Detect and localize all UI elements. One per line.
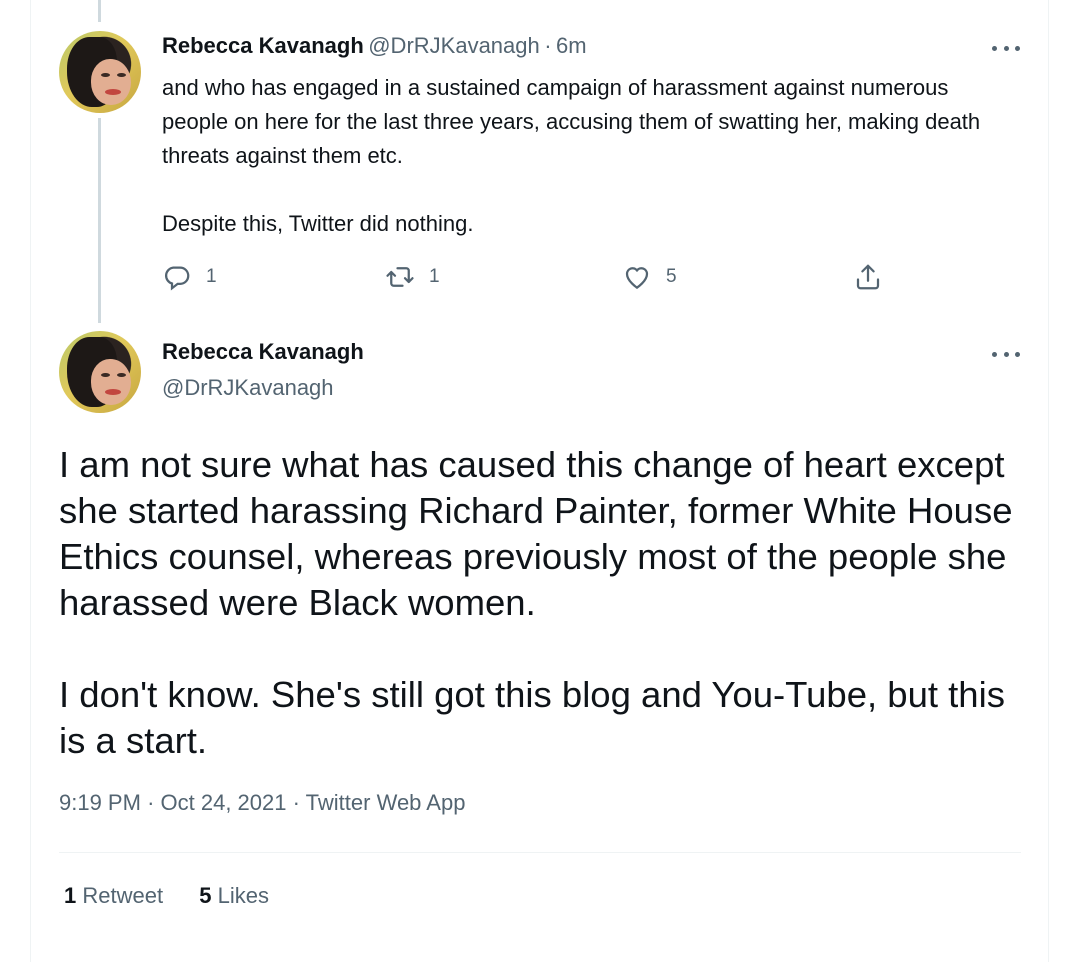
like-button[interactable]: 5 [622, 262, 677, 292]
focused-tweet-text: I am not sure what has caused this chang… [59, 442, 1034, 764]
divider [59, 852, 1021, 853]
column-border-right [1048, 0, 1049, 962]
tweet-text: and who has engaged in a sustained campa… [162, 71, 1002, 241]
tweet-paragraph: and who has engaged in a sustained campa… [162, 75, 981, 168]
separator: · [292, 790, 300, 815]
separator: · [544, 33, 552, 58]
tweet-paragraph: Despite this, Twitter did nothing. [162, 211, 474, 236]
tweet-source[interactable]: Twitter Web App [306, 790, 466, 815]
thread-line-top [98, 0, 101, 22]
tweet-metadata: 9:19 PM · Oct 24, 2021 · Twitter Web App [59, 790, 465, 816]
tweet-paragraph: I don't know. She's still got this blog … [59, 674, 1005, 761]
heart-icon [625, 267, 649, 289]
avatar[interactable] [59, 31, 141, 113]
like-count: 5 [199, 883, 212, 908]
share-icon [856, 264, 880, 290]
tweet-header: Rebecca Kavanagh @DrRJKavanagh · 6m [162, 33, 587, 59]
retweet-label: Retweet [82, 883, 164, 908]
author-handle[interactable]: @DrRJKavanagh [162, 375, 334, 401]
reply-count: 1 [206, 266, 217, 287]
like-count: 5 [666, 266, 677, 287]
share-button[interactable] [853, 262, 883, 292]
more-options-icon[interactable] [992, 44, 1020, 52]
author-handle[interactable]: @DrRJKavanagh [368, 33, 540, 58]
reply-button[interactable]: 1 [162, 262, 217, 292]
author-name[interactable]: Rebecca Kavanagh [162, 33, 364, 58]
retweet-icon [386, 267, 414, 287]
author-name[interactable]: Rebecca Kavanagh [162, 339, 364, 365]
retweets-stat[interactable]: 1 Retweet [64, 883, 169, 908]
thread-line [98, 118, 101, 323]
retweet-count: 1 [64, 883, 77, 908]
tweet-detail-page: Rebecca Kavanagh @DrRJKavanagh · 6m and … [0, 0, 1086, 962]
likes-stat[interactable]: 5 Likes [199, 883, 269, 908]
separator: · [147, 790, 155, 815]
column-border-left [30, 0, 31, 962]
more-options-icon[interactable] [992, 350, 1020, 358]
tweet-date[interactable]: Oct 24, 2021 [161, 790, 287, 815]
reply-icon [165, 266, 190, 291]
engagement-stats: 1 Retweet 5 Likes [64, 883, 299, 909]
like-label: Likes [217, 883, 269, 908]
avatar[interactable] [59, 331, 141, 413]
retweet-button[interactable]: 1 [385, 262, 440, 292]
tweet-time[interactable]: 6m [556, 33, 587, 58]
tweet-paragraph: I am not sure what has caused this chang… [59, 444, 1013, 623]
tweet-timestamp[interactable]: 9:19 PM [59, 790, 141, 815]
retweet-count: 1 [429, 266, 440, 287]
